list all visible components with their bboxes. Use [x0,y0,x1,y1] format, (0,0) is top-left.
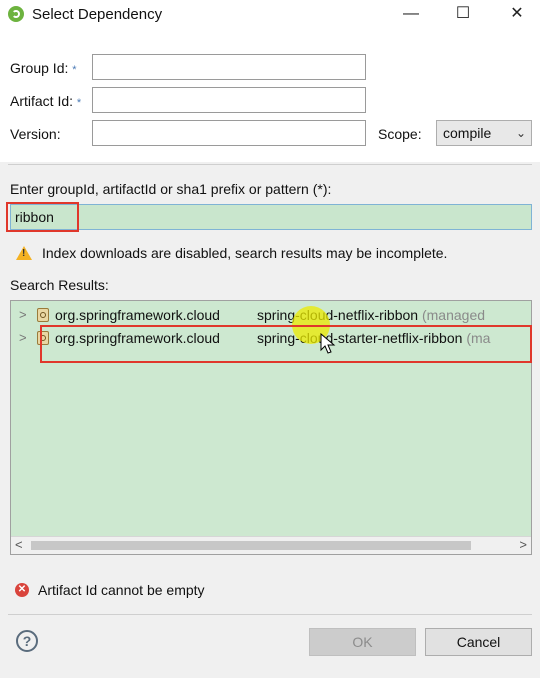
result-group-id: org.springframework.cloud [55,307,220,323]
separator [8,614,532,615]
cancel-button[interactable]: Cancel [425,628,532,656]
required-marker: * [72,64,77,76]
search-results-label: Search Results: [10,277,109,293]
ok-button[interactable]: OK [309,628,416,656]
chevron-right-icon[interactable]: > [19,307,27,322]
scope-label: Scope: [378,126,422,142]
minimize-button[interactable]: — [388,0,434,30]
required-marker: * [76,97,82,109]
group-id-label-text: Group Id: [10,60,69,76]
group-id-label: Group Id: * [10,60,77,76]
scope-value: compile [443,125,492,141]
scroll-right-icon[interactable]: > [519,537,527,552]
highlight-box-search [6,202,79,232]
artifact-id-field[interactable] [92,87,366,113]
spring-icon [8,6,24,22]
chevron-right-icon[interactable]: > [19,330,27,345]
maximize-button[interactable]: ☐ [440,0,486,30]
help-button[interactable]: ? [16,630,38,652]
result-managed-note: (managed [421,307,486,323]
result-artifact-text: spring-cloud-netflix-ribbon [257,307,419,323]
group-id-field[interactable] [92,54,366,80]
scroll-left-icon[interactable]: < [15,537,23,552]
scrollbar-thumb[interactable] [31,541,471,550]
title-bar: Select Dependency — ☐ ✕ [0,0,540,30]
separator [8,164,532,165]
window-title: Select Dependency [32,6,163,23]
error-icon: ✕ [15,583,29,597]
result-artifact-id: spring-cloud-netflix-ribbon (managed [257,307,485,323]
error-message: Artifact Id cannot be empty [38,582,205,598]
chevron-down-icon: ⌄ [515,126,526,140]
close-button[interactable]: ✕ [494,0,540,30]
warning-message: Index downloads are disabled, search res… [42,245,448,261]
list-item[interactable]: > org.springframework.cloud spring-cloud… [11,306,531,326]
highlight-box-result [40,325,532,363]
jar-icon [37,308,49,322]
warning-icon: ! [16,246,32,260]
horizontal-scrollbar[interactable]: < > [11,536,531,554]
artifact-id-label-text: Artifact Id: [10,93,74,109]
search-input[interactable]: ribbon [10,204,532,230]
version-label: Version: [10,126,61,142]
version-field[interactable] [92,120,366,146]
artifact-id-label: Artifact Id: * [10,93,81,109]
search-prompt: Enter groupId, artifactId or sha1 prefix… [10,181,332,197]
scope-select[interactable]: compile ⌄ [436,120,532,146]
